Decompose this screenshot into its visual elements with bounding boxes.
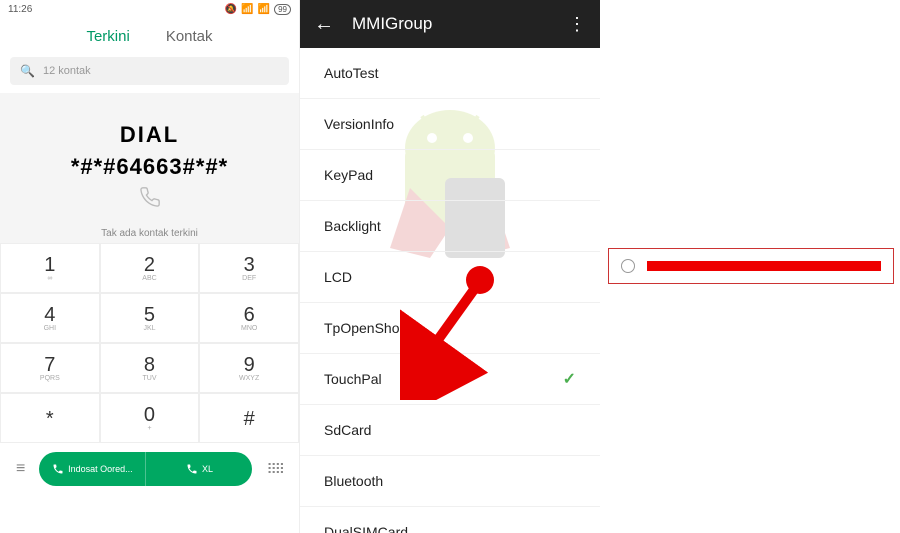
tab-recent[interactable]: Terkini <box>86 28 129 45</box>
mmi-title: MMIGroup <box>352 14 550 34</box>
no-recent-contact: Tak ada kontak terkini <box>101 228 198 239</box>
key-hash[interactable]: # <box>199 393 299 443</box>
signal-icon: 📶 <box>241 4 253 15</box>
mmi-panel: ← MMIGroup ⋮ AutoTest VersionInfo KeyPad… <box>300 0 600 533</box>
mmi-item-dualsimcard[interactable]: DualSIMCard <box>300 507 600 533</box>
dial-label: DIAL <box>120 122 179 148</box>
call-sim1-button[interactable]: Indosat Oored... <box>39 452 146 486</box>
key-2[interactable]: 2ABC <box>100 243 200 293</box>
key-7[interactable]: 7PQRS <box>0 343 100 393</box>
highlighted-option[interactable] <box>608 248 894 284</box>
mmi-item-tpopenshort[interactable]: TpOpenShort <box>300 303 600 354</box>
dialpad-toggle[interactable]: ⠿⠿ <box>260 466 289 472</box>
key-9[interactable]: 9WXYZ <box>199 343 299 393</box>
search-placeholder: 12 kontak <box>43 65 91 77</box>
key-0[interactable]: 0+ <box>100 393 200 443</box>
keypad: 1∞ 2ABC 3DEF 4GHI 5JKL 6MNO 7PQRS 8TUV 9… <box>0 243 299 443</box>
call-sim2-button[interactable]: XL <box>146 452 252 486</box>
mmi-item-lcd[interactable]: LCD <box>300 252 600 303</box>
redacted-label <box>647 261 881 271</box>
more-button[interactable]: ⋮ <box>568 14 586 35</box>
menu-button[interactable]: ≡ <box>10 460 31 478</box>
mmi-item-versioninfo[interactable]: VersionInfo <box>300 99 600 150</box>
mmi-item-sdcard[interactable]: SdCard <box>300 405 600 456</box>
search-input[interactable]: 🔍 12 kontak <box>10 57 289 85</box>
mmi-item-bluetooth[interactable]: Bluetooth <box>300 456 600 507</box>
search-icon: 🔍 <box>20 64 35 78</box>
dialer-panel: 11:26 🔕 📶 📶 99 Terkini Kontak 🔍 12 konta… <box>0 0 300 533</box>
sim1-label: Indosat Oored... <box>68 464 133 474</box>
key-8[interactable]: 8TUV <box>100 343 200 393</box>
mmi-item-touchpal[interactable]: TouchPal✓ <box>300 354 600 405</box>
key-5[interactable]: 5JKL <box>100 293 200 343</box>
check-icon: ✓ <box>563 369 576 389</box>
silent-icon: 🔕 <box>225 4 237 15</box>
mmi-item-keypad[interactable]: KeyPad <box>300 150 600 201</box>
back-button[interactable]: ← <box>314 13 334 36</box>
key-3[interactable]: 3DEF <box>199 243 299 293</box>
dial-area: DIAL *#*#64663#*#* Tak ada kontak terkin… <box>0 93 299 243</box>
dialer-tabs: Terkini Kontak <box>0 18 299 53</box>
tab-contacts[interactable]: Kontak <box>166 28 213 45</box>
radio-button[interactable] <box>621 259 635 273</box>
status-icons: 🔕 📶 📶 99 <box>225 4 291 15</box>
mmi-header: ← MMIGroup ⋮ <box>300 0 600 48</box>
mmi-item-autotest[interactable]: AutoTest <box>300 48 600 99</box>
key-star[interactable]: * <box>0 393 100 443</box>
signal-icon-2: 📶 <box>258 4 270 15</box>
call-buttons: Indosat Oored... XL <box>39 452 252 486</box>
mmi-item-backlight[interactable]: Backlight <box>300 201 600 252</box>
key-1[interactable]: 1∞ <box>0 243 100 293</box>
dialer-bottom-bar: ≡ Indosat Oored... XL ⠿⠿ <box>0 443 299 495</box>
status-bar: 11:26 🔕 📶 📶 99 <box>0 0 299 18</box>
key-4[interactable]: 4GHI <box>0 293 100 343</box>
battery-icon: 99 <box>274 4 291 15</box>
clock: 11:26 <box>8 4 32 15</box>
mmi-list[interactable]: AutoTest VersionInfo KeyPad Backlight LC… <box>300 48 600 533</box>
dial-code: *#*#64663#*#* <box>71 154 228 180</box>
right-panel <box>600 0 900 533</box>
phone-icon <box>139 186 161 214</box>
sim2-label: XL <box>202 464 213 474</box>
key-6[interactable]: 6MNO <box>199 293 299 343</box>
